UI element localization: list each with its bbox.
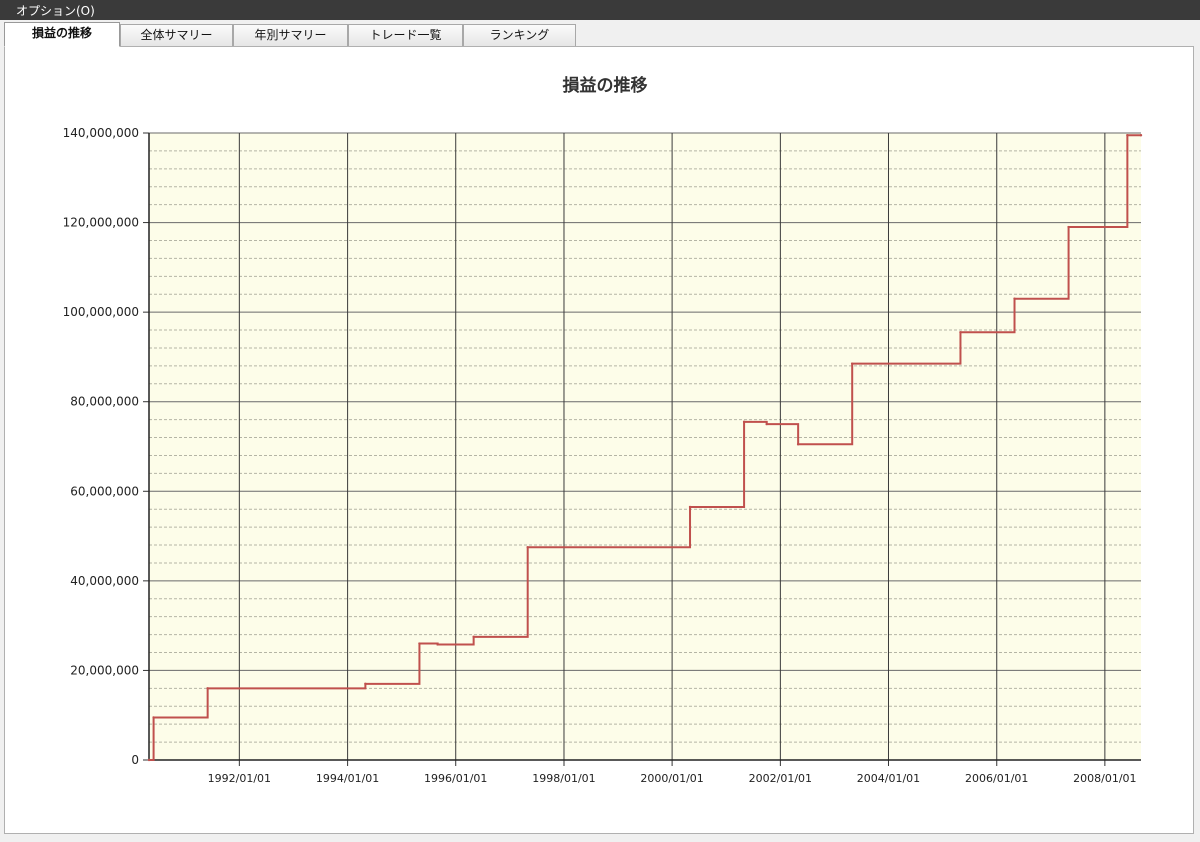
data-point	[765, 422, 768, 426]
y-tick-label: 60,000,000	[70, 484, 139, 498]
data-point	[364, 682, 367, 686]
chart-panel: 0 20,000,000 40,000,000 60,000,000 80,000,00…	[4, 46, 1194, 834]
tab-ranking[interactable]: ランキング	[463, 24, 576, 46]
data-point	[1013, 297, 1016, 300]
data-point	[472, 635, 475, 639]
data-point	[742, 420, 746, 424]
x-tick-label: 2000/01/01	[640, 772, 703, 785]
y-tick-label: 0	[131, 753, 139, 767]
data-point	[152, 716, 155, 719]
data-point	[526, 546, 529, 549]
data-point	[1067, 225, 1070, 229]
tab-bar: 損益の推移 全体サマリー 年別サマリー トレード一覧 ランキング	[0, 20, 1200, 48]
x-tick-label: 2004/01/01	[857, 772, 920, 785]
x-tick-label: 2008/01/01	[1073, 772, 1136, 785]
data-point	[688, 505, 692, 509]
y-tick-label: 100,000,000	[63, 305, 139, 319]
y-tick-label: 140,000,000	[63, 126, 139, 140]
x-tick-label: 2006/01/01	[965, 772, 1028, 785]
plot-area	[149, 133, 1141, 760]
data-point	[418, 642, 421, 645]
data-point	[147, 758, 151, 762]
data-point	[206, 687, 209, 690]
x-tick-label: 1998/01/01	[532, 772, 595, 785]
y-tick-label: 120,000,000	[63, 216, 139, 230]
data-point	[1139, 134, 1143, 137]
data-point	[796, 443, 800, 446]
tab-trade-list[interactable]: トレード一覧	[348, 24, 463, 46]
tab-overall-summary[interactable]: 全体サマリー	[120, 24, 233, 46]
y-tick-label: 20,000,000	[70, 663, 139, 677]
chart-title: 損益の推移	[563, 75, 648, 96]
profit-chart: 0 20,000,000 40,000,000 60,000,000 80,000,00…	[63, 75, 1143, 785]
options-menu[interactable]: オプション(O)	[16, 2, 95, 19]
x-tick-label: 1996/01/01	[424, 772, 487, 785]
data-point	[436, 643, 439, 646]
tab-profit-transition[interactable]: 損益の推移	[4, 22, 120, 47]
data-point	[850, 362, 854, 365]
menu-bar: オプション(O)	[0, 0, 1200, 20]
y-tick-label: 40,000,000	[70, 574, 139, 588]
y-tick-label: 80,000,000	[70, 395, 139, 409]
tab-yearly-summary[interactable]: 年別サマリー	[233, 24, 348, 46]
data-point	[1126, 134, 1129, 137]
x-tick-label: 2002/01/01	[749, 772, 812, 785]
x-tick-label: 1992/01/01	[208, 772, 271, 785]
data-point	[959, 331, 962, 334]
x-tick-label: 1994/01/01	[316, 772, 379, 785]
